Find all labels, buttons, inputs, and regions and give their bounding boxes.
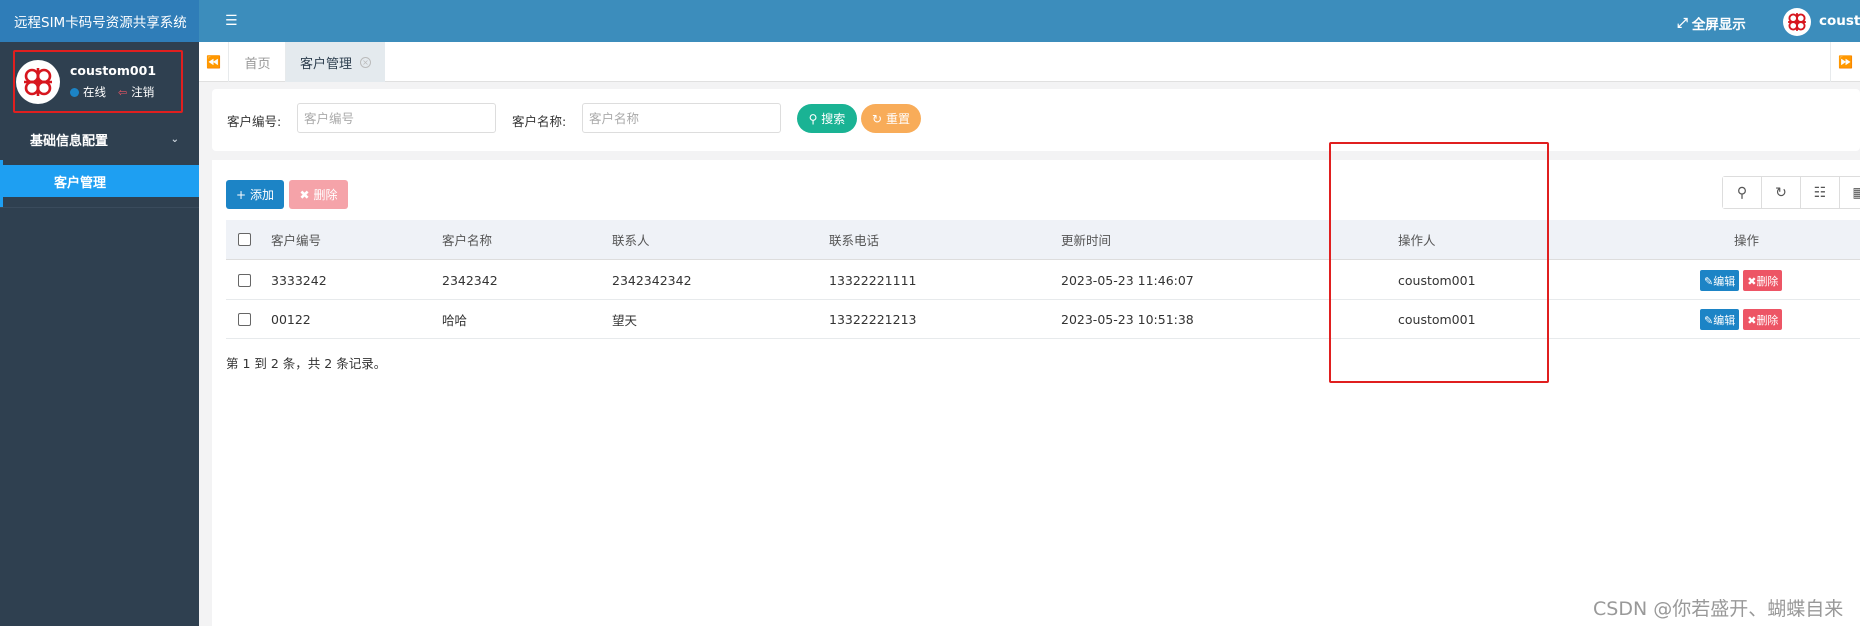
customer-code-label: 客户编号: [227,114,282,129]
user-status: 在线 [83,85,106,99]
edit-icon: ✎ [1704,274,1714,288]
table-cell: 望天 [612,312,638,328]
tab-scroll-right-icon[interactable]: ⏩ [1830,42,1860,82]
annotation-highlight-box [1329,142,1549,383]
reset-button[interactable]: ↻ 重置 [861,104,921,133]
logout-link[interactable]: 注销 [131,84,154,100]
edit-icon: ✎ [1704,313,1714,327]
table-cell: 13322221213 [829,311,917,327]
sidebar-empty-area [0,207,199,626]
row-delete-button[interactable]: ✖删除 [1743,270,1783,291]
customer-name-input[interactable] [582,103,781,133]
user-name: coustom001 [70,63,157,78]
plus-icon: + [236,188,247,202]
sidebar-item-customer-management[interactable]: 客户管理 [3,165,199,197]
menu-group-label: 基础信息配置 [30,133,109,149]
menu-toggle-icon[interactable]: ☰ [225,13,238,29]
top-user-name[interactable]: coustom001 [1819,13,1860,29]
table-cell: 2023-05-23 10:51:38 [1061,311,1194,327]
table-cell: 2342342342 [612,272,692,288]
top-avatar[interactable] [1783,8,1811,36]
table-cell: 3333242 [271,272,327,288]
table-cell: 2023-05-23 11:46:07 [1061,272,1194,288]
row-delete-button[interactable]: ✖删除 [1743,309,1783,330]
user-panel: coustom001 在线 ⇦ 注销 [13,50,183,113]
tab-home[interactable]: 首页 [230,42,286,82]
table-cell: 2342342 [442,272,498,288]
expand-icon: ⤢ [1677,15,1688,31]
search-button[interactable]: ⚲ 搜索 [797,104,857,133]
select-all-checkbox[interactable] [238,233,251,246]
logout-icon[interactable]: ⇦ [118,86,127,99]
sidebar: 远程SIM卡码号资源共享系统 coustom001 在线 ⇦ 注销 基础信息配置… [0,0,199,626]
table-row: 3333242 2342342 2342342342 13322221111 2… [226,261,1860,300]
chevron-down-icon: ⌄ [170,133,179,145]
column-header[interactable]: 更新时间 [1061,220,1111,259]
row-edit-button[interactable]: ✎编辑 [1700,270,1740,291]
unicom-logo-icon [1788,13,1806,31]
refresh-icon[interactable]: ↻ [1762,177,1801,208]
toggle-view-icon[interactable]: ☷ [1801,177,1840,208]
table-cell: 哈哈 [442,312,468,328]
customer-code-input[interactable] [297,103,496,133]
search-icon: ⚲ [808,112,818,126]
row-edit-button[interactable]: ✎编辑 [1700,309,1740,330]
row-checkbox[interactable] [238,274,251,287]
online-dot-icon [70,87,79,97]
tabs-bar: ⏪ 首页 客户管理 × ⏩ [199,42,1860,82]
avatar [16,59,60,104]
customer-name-label: 客户名称: [512,114,567,129]
table-panel: + 添加 ✖ 删除 ⚲ ↻ ☷ ▦ 客户编号 客户名称 联系人 联系电话 更新时… [212,160,1860,626]
tab-label: 客户管理 [299,56,352,72]
x-icon: ✖ [299,188,310,202]
close-icon[interactable]: × [360,56,371,68]
search-toggle-icon[interactable]: ⚲ [1723,177,1762,208]
app-title: 远程SIM卡码号资源共享系统 [0,0,199,42]
column-header[interactable]: 客户名称 [442,220,492,259]
fullscreen-label: 全屏显示 [1691,17,1746,33]
table-header: 客户编号 客户名称 联系人 联系电话 更新时间 操作人 操作 [226,220,1860,260]
delete-button[interactable]: ✖ 删除 [289,180,348,209]
topbar: ☰ ⤢ 全屏显示 coustom001 [199,0,1860,42]
pagination-info: 第 1 到 2 条，共 2 条记录。 [226,356,387,371]
tab-scroll-left-icon[interactable]: ⏪ [199,42,229,82]
unicom-logo-icon [24,67,52,96]
column-header[interactable]: 客户编号 [271,220,321,259]
column-header[interactable]: 联系人 [612,220,650,259]
add-button[interactable]: + 添加 [226,180,284,209]
watermark: CSDN @你若盛开、蝴蝶自来 [1593,598,1844,620]
tab-customer-management[interactable]: 客户管理 × [286,42,385,82]
columns-icon[interactable]: ▦ [1840,177,1860,208]
search-panel: 客户编号: 客户名称: ⚲ 搜索 ↻ 重置 [212,89,1860,151]
menu-group-basic-config[interactable]: 基础信息配置 ⌄ [0,118,199,160]
column-header: 操作 [1734,233,1760,248]
row-checkbox[interactable] [238,313,251,326]
table-cell: 00122 [271,311,311,327]
fullscreen-button[interactable]: ⤢ 全屏显示 [1677,13,1746,33]
refresh-icon: ↻ [872,112,883,126]
table-row: 00122 哈哈 望天 13322221213 2023-05-23 10:51… [226,300,1860,339]
column-header[interactable]: 联系电话 [829,220,879,259]
table-cell: 13322221111 [829,272,917,288]
table-tools: ⚲ ↻ ☷ ▦ [1722,176,1860,209]
